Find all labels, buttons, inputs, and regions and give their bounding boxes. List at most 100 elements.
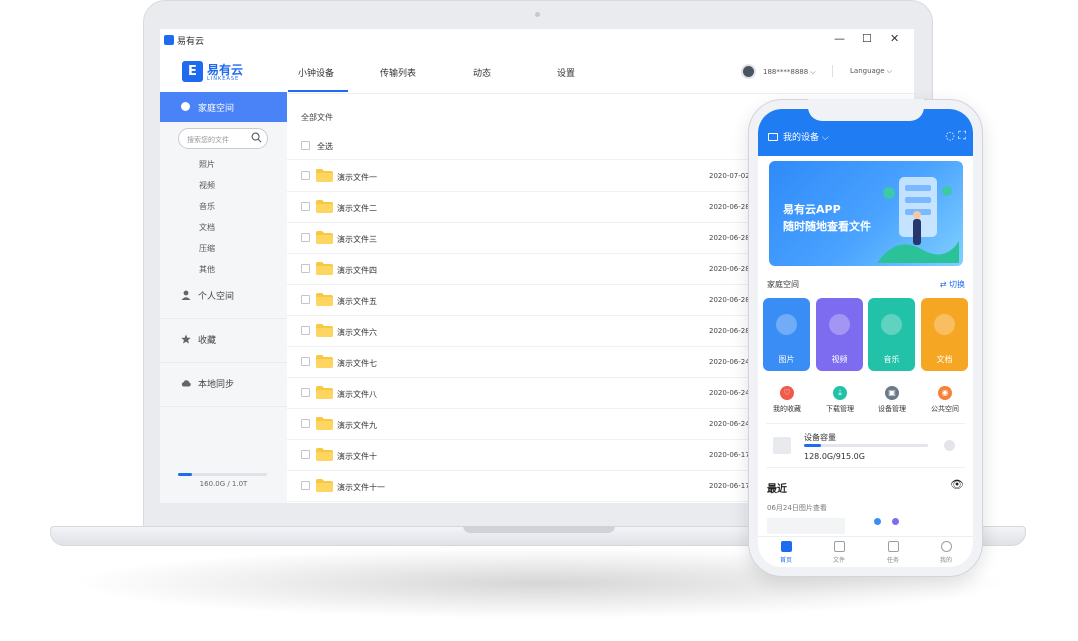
row-checkbox[interactable] [301, 295, 310, 304]
sidebar-item-favorites[interactable]: 收藏 [160, 333, 287, 353]
tab-me[interactable]: 我的 [926, 541, 966, 564]
sidebar-item-personal-space[interactable]: 个人空间 [160, 289, 287, 309]
shortcut-favorites[interactable]: ♡ 我的收藏 [760, 386, 814, 414]
capacity-value: 128.0G/915.0G [804, 452, 865, 461]
row-checkbox[interactable] [301, 388, 310, 397]
tile-photos[interactable]: 图片 [763, 298, 810, 371]
scan-icon[interactable]: ⛶ [958, 129, 966, 142]
file-date: 2020-06-28 [709, 234, 750, 242]
brand-logo: E 易有云 LINKEASE [182, 61, 252, 83]
file-name: 演示文件五 [337, 297, 377, 306]
folder-icon [316, 355, 333, 368]
tile-label: 音乐 [883, 355, 900, 364]
row-checkbox[interactable] [301, 233, 310, 242]
switch-button[interactable]: ⇄ 切换 [940, 279, 965, 290]
folder-icon [316, 293, 333, 306]
file-name: 演示文件十 [337, 452, 377, 461]
illustration-icon [877, 177, 959, 263]
folder-icon [316, 200, 333, 213]
row-checkbox[interactable] [301, 171, 310, 180]
smile-icon [940, 541, 952, 552]
family-icon [181, 102, 190, 111]
banner-title: 易有云APP [783, 203, 841, 216]
storage-fill [178, 473, 193, 476]
minimize-button[interactable]: — [834, 32, 845, 45]
category-archives[interactable]: 压缩 [199, 243, 215, 254]
tab-transfers[interactable]: 传输列表 [380, 66, 416, 79]
row-checkbox[interactable] [301, 264, 310, 273]
device-box-icon [773, 437, 791, 454]
shortcut-device-management[interactable]: ▣ 设备管理 [865, 386, 919, 414]
shortcut-public-space[interactable]: ◉ 公共空间 [918, 386, 972, 414]
language-selector[interactable]: Language ⌵ [850, 67, 892, 76]
sidebar-item-local-sync[interactable]: 本地同步 [160, 377, 287, 397]
promo-banner[interactable]: 易有云APP 随时随地查看文件 [769, 161, 963, 266]
storage-text: 160.0G / 1.0T [199, 480, 248, 488]
chat-icon[interactable]: ◌ [945, 129, 955, 142]
select-all-checkbox[interactable] [301, 141, 310, 150]
category-videos[interactable]: 视频 [199, 180, 215, 191]
breadcrumb: 全部文件 [301, 113, 333, 122]
row-checkbox[interactable] [301, 450, 310, 459]
public-icon: ◉ [938, 386, 952, 400]
marketing-scene: 易有云 — ☐ ✕ E 易有云 LINKEASE 小钟设备 传输列表 动态 设置… [0, 0, 1078, 641]
tile-label: 图片 [778, 355, 795, 364]
category-other[interactable]: 其他 [199, 264, 215, 275]
image-icon [887, 541, 899, 552]
row-checkbox[interactable] [301, 481, 310, 490]
tile-music[interactable]: 音乐 [868, 298, 915, 371]
shortcut-downloads[interactable]: ⤓ 下载管理 [813, 386, 867, 414]
category-documents[interactable]: 文档 [199, 222, 215, 233]
category-photos[interactable]: 照片 [199, 159, 215, 170]
capacity-title: 设备容量 [804, 433, 836, 442]
tab-tasks[interactable]: 任务 [873, 541, 913, 564]
file-name: 演示文件六 [337, 328, 377, 337]
row-checkbox[interactable] [301, 326, 310, 335]
tab-activity[interactable]: 动态 [473, 66, 491, 79]
folder-icon [833, 541, 845, 552]
folder-icon [316, 479, 333, 492]
tab-settings[interactable]: 设置 [557, 66, 575, 79]
sidebar-divider [160, 362, 287, 363]
banner-subtitle: 随时随地查看文件 [783, 220, 871, 233]
file-date: 2020-06-28 [709, 203, 750, 211]
home-icon [780, 541, 792, 552]
sidebar-item-family-space[interactable]: 家庭空间 [160, 92, 287, 122]
tab-devices[interactable]: 小钟设备 [298, 66, 334, 79]
storage-bar [178, 473, 267, 476]
folder-icon [316, 448, 333, 461]
eye-icon[interactable]: 👁 [950, 478, 964, 491]
select-all-label: 全选 [317, 142, 333, 151]
file-name: 演示文件八 [337, 390, 377, 399]
close-button[interactable]: ✕ [890, 32, 899, 45]
capacity-card[interactable]: 设备容量 128.0G/915.0G [766, 423, 965, 468]
file-date: 2020-06-17 [709, 482, 750, 490]
sidebar: 家庭空间 搜索您的文件 照片 视频 音乐 文档 压缩 其他 个人空间 收藏 本地… [160, 92, 287, 503]
row-checkbox[interactable] [301, 357, 310, 366]
recent-title: 最近 [767, 484, 787, 495]
file-name: 演示文件九 [337, 421, 377, 430]
phone-tab-bar: 首页 文件 任务 我的 [758, 536, 973, 567]
device-selector[interactable]: 我的设备 ⌵ [768, 130, 829, 143]
file-date: 2020-06-24 [709, 420, 750, 428]
folder-icon [316, 231, 333, 244]
maximize-button[interactable]: ☐ [862, 32, 872, 45]
category-music[interactable]: 音乐 [199, 201, 215, 212]
recent-thumbnail[interactable] [767, 518, 845, 534]
file-date: 2020-06-24 [709, 358, 750, 366]
search-input[interactable]: 搜索您的文件 [178, 128, 268, 149]
tile-videos[interactable]: 视频 [816, 298, 863, 371]
shortcut-label: 我的收藏 [773, 405, 801, 413]
file-name: 演示文件一 [337, 173, 377, 182]
row-checkbox[interactable] [301, 202, 310, 211]
tab-home[interactable]: 首页 [766, 541, 806, 564]
search-icon [251, 132, 262, 143]
tab-files[interactable]: 文件 [819, 541, 859, 564]
sidebar-item-label: 收藏 [198, 336, 217, 346]
chevron-right-icon[interactable] [944, 440, 955, 451]
sidebar-divider [160, 406, 287, 407]
capacity-fill [804, 444, 822, 447]
row-checkbox[interactable] [301, 419, 310, 428]
file-date: 2020-06-28 [709, 296, 750, 304]
tile-documents[interactable]: 文档 [921, 298, 968, 371]
